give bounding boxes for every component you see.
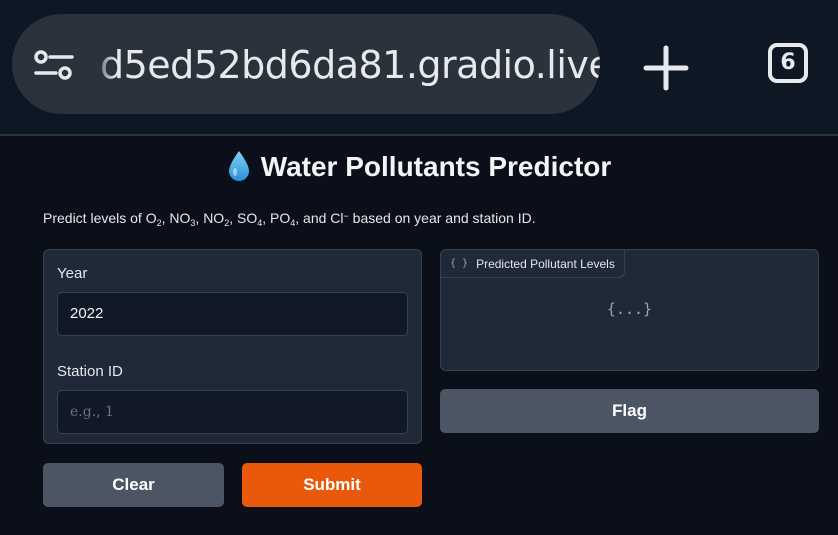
tab-count: 6 <box>780 50 796 75</box>
json-icon: { } <box>450 258 469 269</box>
json-output-placeholder: {...} <box>606 300 653 318</box>
clear-button[interactable]: Clear <box>43 463 224 507</box>
browser-toolbar: d5ed52bd6da81.gradio.live 6 <box>0 0 838 136</box>
year-label: Year <box>57 265 88 282</box>
output-label: { } Predicted Pollutant Levels <box>441 250 625 278</box>
submit-button[interactable]: Submit <box>242 463 422 507</box>
output-panel: { } Predicted Pollutant Levels {...} <box>440 249 819 371</box>
tab-switcher-button[interactable]: 6 <box>768 43 808 83</box>
new-tab-icon[interactable] <box>642 44 690 92</box>
input-panel: Year 2022 Station ID e.g., 1 <box>43 249 422 444</box>
station-id-label: Station ID <box>57 363 123 380</box>
url-text[interactable]: d5ed52bd6da81.gradio.live <box>100 38 600 92</box>
flag-button[interactable]: Flag <box>440 389 819 433</box>
address-bar[interactable]: d5ed52bd6da81.gradio.live <box>12 14 600 114</box>
url-fade <box>90 34 116 94</box>
site-settings-icon[interactable] <box>32 48 76 82</box>
output-label-text: Predicted Pollutant Levels <box>476 256 615 271</box>
station-id-input[interactable]: e.g., 1 <box>57 390 408 434</box>
title-text: Water Pollutants Predictor <box>260 151 612 182</box>
water-drop-icon <box>228 151 249 181</box>
description: Predict levels of O2, NO3, NO2, SO4, PO4… <box>43 210 536 228</box>
page-title: Water Pollutants Predictor <box>0 150 838 183</box>
station-id-placeholder: e.g., 1 <box>70 404 114 420</box>
year-input[interactable]: 2022 <box>57 292 408 336</box>
app-container: Water Pollutants Predictor Predict level… <box>0 136 838 535</box>
